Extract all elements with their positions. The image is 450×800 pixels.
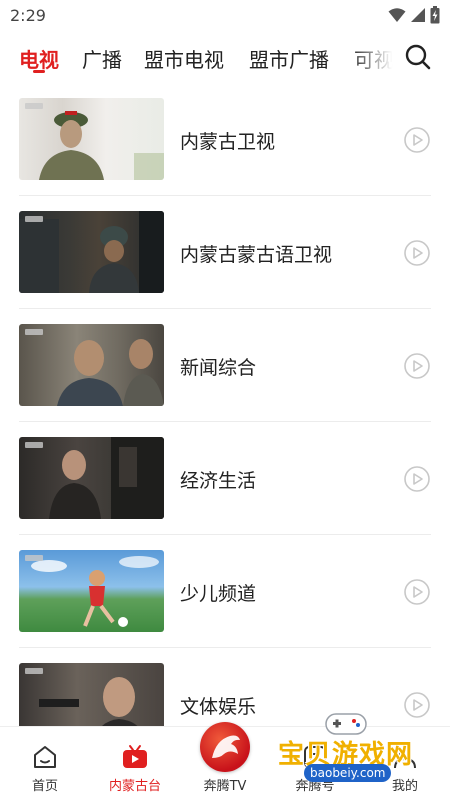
signal-icon — [411, 8, 425, 22]
play-button[interactable] — [403, 126, 431, 154]
nav-label: 首页 — [31, 779, 58, 794]
thumbnail-scene — [19, 211, 164, 293]
thumbnail-scene — [39, 111, 164, 180]
play-button[interactable] — [403, 465, 431, 493]
channel-thumbnail — [19, 437, 164, 519]
battery-icon — [430, 6, 440, 24]
search-icon — [405, 44, 431, 70]
channel-row[interactable]: 少儿频道 — [0, 538, 450, 651]
play-button[interactable] — [403, 578, 431, 606]
benteng-tv-logo[interactable] — [200, 722, 250, 772]
channel-thumbnail — [19, 550, 164, 632]
play-circle-icon — [404, 127, 430, 153]
channel-name: 经济生活 — [180, 470, 257, 492]
channel-name: 文体娱乐 — [180, 696, 257, 718]
row-divider — [19, 534, 431, 535]
row-divider — [19, 421, 431, 422]
row-divider — [19, 195, 431, 196]
tab-fade — [350, 36, 400, 76]
channel-name: 内蒙古卫视 — [180, 131, 276, 153]
search-button[interactable] — [403, 42, 433, 72]
channel-thumbnail — [19, 98, 164, 180]
active-tab-indicator — [33, 70, 45, 73]
thumbnail-scene — [57, 339, 164, 406]
channel-thumbnail — [19, 324, 164, 406]
status-time: 2:29 — [10, 6, 46, 25]
status-icons — [388, 6, 440, 24]
channel-logo-watermark — [25, 442, 43, 448]
row-divider — [19, 308, 431, 309]
home-icon — [34, 746, 56, 768]
channel-logo-watermark — [25, 329, 43, 335]
nav-label: 奔腾TV — [203, 779, 247, 794]
play-circle-icon — [404, 579, 430, 605]
channel-logo-watermark — [25, 555, 43, 561]
tv-icon — [123, 745, 147, 768]
tab-tv[interactable]: 电视 — [19, 44, 59, 73]
channel-thumbnail — [19, 211, 164, 293]
row-divider — [19, 647, 431, 648]
status-bar: 2:29 — [0, 0, 450, 32]
channel-row[interactable]: 内蒙古蒙古语卫视 — [0, 199, 450, 312]
thumbnail-scene — [31, 556, 159, 627]
channel-name: 少儿频道 — [180, 583, 257, 605]
channel-thumbnail — [19, 663, 164, 726]
wifi-icon — [388, 8, 406, 22]
play-button[interactable] — [403, 352, 431, 380]
channel-row[interactable]: 新闻综合 — [0, 312, 450, 425]
horse-logo-icon — [212, 735, 240, 758]
nav-home[interactable]: 首页 — [0, 727, 90, 800]
channel-name: 新闻综合 — [180, 357, 257, 379]
channel-logo-watermark — [25, 668, 43, 674]
channel-logo-watermark — [25, 216, 43, 222]
channel-list: 内蒙古卫视 内蒙古蒙古语卫视 新闻综合 经济生活 少儿频道 文体娱乐 — [0, 86, 450, 726]
site-watermark: 宝贝游戏网 baobeiy.com — [272, 708, 450, 788]
tab-league-radio[interactable]: 盟市广播 — [249, 44, 329, 73]
nav-inner-mongolia-tv[interactable]: 内蒙古台 — [90, 727, 180, 800]
channel-name: 内蒙古蒙古语卫视 — [180, 244, 333, 266]
channel-row[interactable]: 经济生活 — [0, 425, 450, 538]
channel-logo-watermark — [25, 103, 43, 109]
channel-row[interactable]: 内蒙古卫视 — [0, 86, 450, 199]
play-circle-icon — [404, 240, 430, 266]
thumbnail-scene — [49, 437, 164, 519]
tab-league-tv[interactable]: 盟市电视 — [144, 44, 224, 73]
play-circle-icon — [404, 353, 430, 379]
play-circle-icon — [404, 466, 430, 492]
nav-label: 内蒙古台 — [108, 779, 161, 794]
watermark-url: baobeiy.com — [304, 764, 392, 782]
play-button[interactable] — [403, 239, 431, 267]
tab-radio[interactable]: 广播 — [82, 44, 122, 73]
